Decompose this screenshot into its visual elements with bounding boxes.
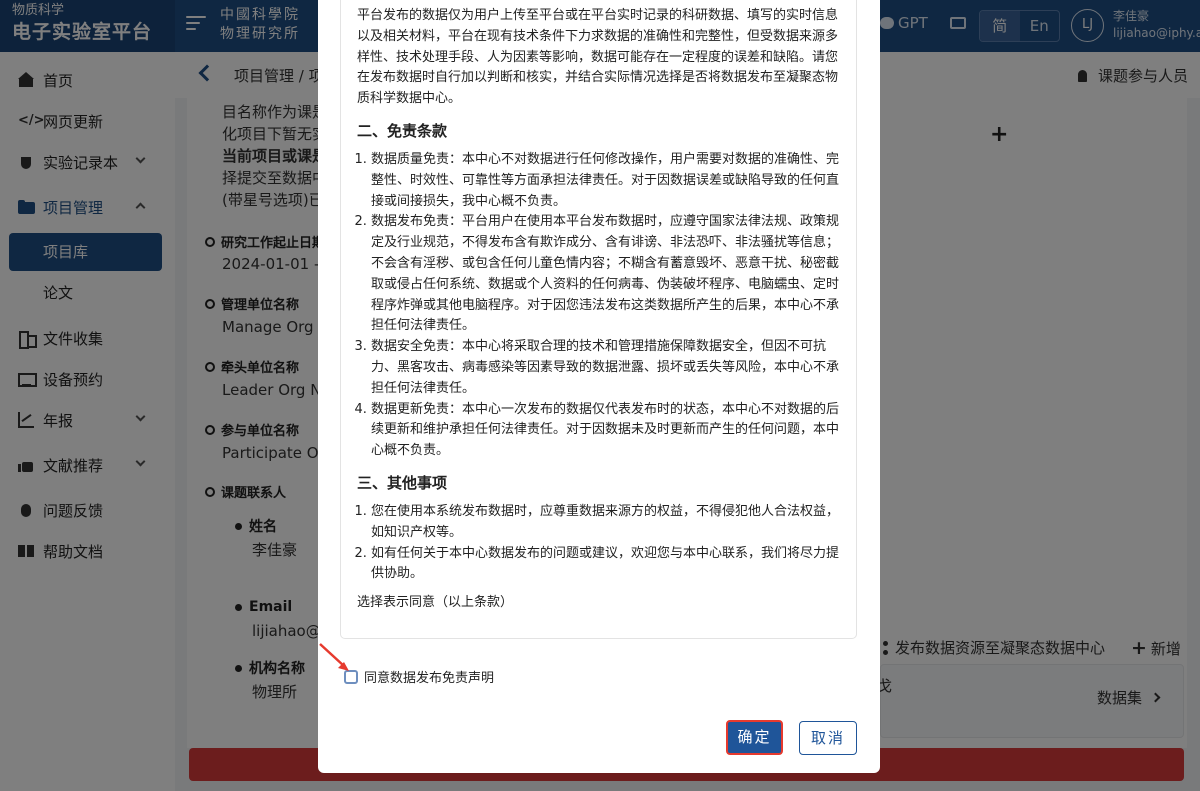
list-item: 数据更新免责：本中心一次发布的数据仅代表发布时的状态，本中心不对数据的后续更新和… bbox=[371, 400, 847, 462]
agree-checkbox-row[interactable]: 同意数据发布免责声明 bbox=[344, 667, 494, 686]
terms-intro: 平台发布的数据仅为用户上传至平台或在平台实时记录的科研数据、填写的实时信息以及相… bbox=[357, 8, 839, 107]
list-item: 您在使用本系统发布数据时，应尊重数据来源方的权益，不得侵犯他人合法权益，如知识产… bbox=[371, 502, 847, 544]
cancel-button[interactable]: 取消 bbox=[799, 721, 857, 755]
section-title-other: 三、其他事项 bbox=[357, 473, 448, 492]
confirm-button[interactable]: 确定 bbox=[726, 720, 783, 755]
agree-note: 选择表示同意（以上条款） bbox=[357, 595, 514, 611]
agree-checkbox-label[interactable]: 同意数据发布免责声明 bbox=[364, 667, 494, 686]
list-item: 数据安全免责：本中心将采取合理的技术和管理措施保障数据安全，但因不可抗力、黑客攻… bbox=[371, 337, 847, 399]
list-item: 数据质量免责：本中心不对数据进行任何修改操作，用户需要对数据的准确性、完整性、时… bbox=[371, 150, 847, 212]
terms-content: 平台发布的数据仅为用户上传至平台或在平台实时记录的科研数据、填写的实时信息以及相… bbox=[357, 6, 847, 614]
terms-scroll-box[interactable]: 平台发布的数据仅为用户上传至平台或在平台实时记录的科研数据、填写的实时信息以及相… bbox=[340, 0, 857, 639]
other-list: 您在使用本系统发布数据时，应尊重数据来源方的权益，不得侵犯他人合法权益，如知识产… bbox=[357, 502, 847, 585]
pointer-arrow-icon bbox=[319, 643, 349, 671]
section-title-disclaimer: 二、免责条款 bbox=[357, 121, 448, 140]
disclaimer-dialog: 平台发布的数据仅为用户上传至平台或在平台实时记录的科研数据、填写的实时信息以及相… bbox=[318, 0, 880, 773]
list-item: 数据发布免责：平台用户在使用本平台发布数据时，应遵守国家法律法规、政策规定及行业… bbox=[371, 212, 847, 337]
list-item: 如有任何关于本中心数据发布的问题或建议，欢迎您与本中心联系，我们将尽力提供协助。 bbox=[371, 544, 847, 586]
disclaimer-list: 数据质量免责：本中心不对数据进行任何修改操作，用户需要对数据的准确性、完整性、时… bbox=[357, 150, 847, 462]
